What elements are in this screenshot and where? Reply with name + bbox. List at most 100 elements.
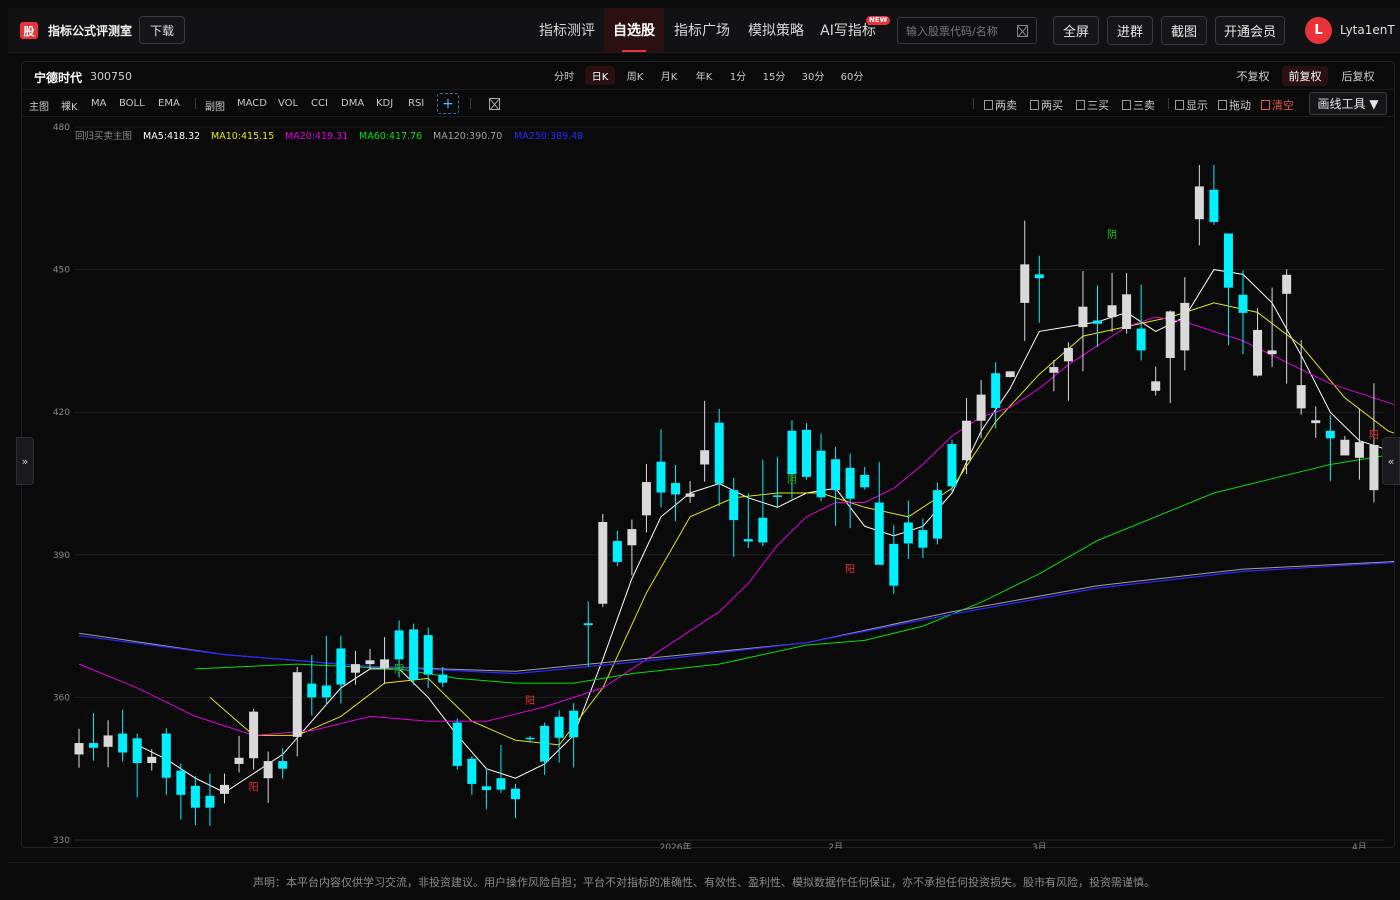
- candle[interactable]: [583, 601, 593, 667]
- candle[interactable]: [758, 459, 768, 547]
- nav-item-indicator-square[interactable]: 指标广场: [667, 8, 737, 52]
- indicator-vol[interactable]: VOL: [278, 98, 298, 109]
- indicator-macd[interactable]: MACD: [237, 98, 267, 109]
- candle[interactable]: [1107, 272, 1117, 332]
- candle[interactable]: [816, 433, 826, 502]
- candle[interactable]: [918, 518, 928, 559]
- candle[interactable]: [103, 720, 113, 768]
- search-input[interactable]: [906, 22, 1012, 40]
- candle[interactable]: [1005, 371, 1015, 378]
- candle[interactable]: [132, 733, 142, 798]
- candle[interactable]: [89, 713, 99, 761]
- avatar[interactable]: L: [1305, 17, 1332, 44]
- candle[interactable]: [1209, 165, 1219, 225]
- checkbox-icon[interactable]: [1218, 100, 1227, 110]
- option-clear[interactable]: 清空: [1261, 97, 1294, 113]
- candle[interactable]: [249, 708, 259, 770]
- period-tab-intraday[interactable]: 分时: [549, 66, 579, 85]
- search-box[interactable]: [897, 17, 1037, 44]
- candle[interactable]: [903, 500, 913, 560]
- period-tab-60min[interactable]: 60分: [835, 66, 869, 85]
- candle[interactable]: [700, 400, 710, 482]
- period-tab-monthly[interactable]: 月K: [654, 66, 684, 85]
- option-show[interactable]: 显示: [1175, 97, 1208, 113]
- candle[interactable]: [147, 749, 157, 771]
- candle[interactable]: [947, 439, 957, 493]
- adjust-none[interactable]: 不复权: [1230, 66, 1276, 86]
- indicator-kdj[interactable]: KDJ: [376, 98, 393, 109]
- indicator-boll[interactable]: BOLL: [119, 98, 145, 109]
- period-tab-1min[interactable]: 1分: [724, 66, 752, 85]
- candle[interactable]: [743, 493, 753, 549]
- indicator-cci[interactable]: CCI: [311, 98, 328, 109]
- candle[interactable]: [1340, 435, 1350, 456]
- candle[interactable]: [831, 446, 841, 526]
- candle[interactable]: [234, 735, 244, 773]
- candle[interactable]: [540, 722, 550, 775]
- checkbox-icon[interactable]: [1076, 100, 1085, 110]
- period-tab-15min[interactable]: 15分: [757, 66, 791, 85]
- nav-item-indicator-review[interactable]: 指标测评: [531, 8, 603, 52]
- candle[interactable]: [481, 768, 491, 810]
- right-expand-toggle[interactable]: «: [1382, 437, 1400, 485]
- nav-item-sim-strategy[interactable]: 模拟策略: [742, 8, 810, 52]
- candle[interactable]: [409, 623, 419, 686]
- username[interactable]: Lyta1enT: [1340, 23, 1395, 37]
- candle[interactable]: [467, 756, 477, 795]
- candle[interactable]: [336, 635, 346, 704]
- indicator-dma[interactable]: DMA: [341, 98, 364, 109]
- candle[interactable]: [641, 464, 651, 533]
- candle[interactable]: [554, 710, 564, 763]
- candle[interactable]: [874, 462, 884, 565]
- candle[interactable]: [263, 751, 273, 803]
- adjust-forward[interactable]: 前复权: [1282, 66, 1328, 86]
- candle[interactable]: [511, 783, 520, 819]
- checkbox-icon[interactable]: [1261, 100, 1270, 110]
- candle[interactable]: [321, 635, 331, 706]
- adjust-backward[interactable]: 后复权: [1335, 66, 1381, 86]
- candle[interactable]: [1194, 165, 1204, 246]
- candle[interactable]: [118, 709, 128, 762]
- period-tab-30min[interactable]: 30分: [796, 66, 830, 85]
- candle[interactable]: [1165, 310, 1175, 404]
- candle[interactable]: [1311, 406, 1321, 438]
- candle[interactable]: [772, 456, 782, 507]
- candle[interactable]: [1093, 285, 1102, 348]
- nav-item-ai-indicator[interactable]: AI写指标: [814, 8, 882, 52]
- kline-chart[interactable]: 阳阴阳阴阳阴阳阴 4804504203903603302026年2月3月4月 回…: [22, 118, 1394, 849]
- search-clear-icon[interactable]: [1017, 25, 1028, 37]
- candle[interactable]: [976, 379, 986, 439]
- candle[interactable]: [190, 776, 200, 826]
- candle[interactable]: [845, 453, 855, 529]
- candle[interactable]: [962, 397, 972, 474]
- candle[interactable]: [932, 482, 942, 545]
- period-tab-yearly[interactable]: 年K: [689, 66, 719, 85]
- candle[interactable]: [292, 666, 302, 757]
- option-drag[interactable]: 拖动: [1218, 97, 1251, 113]
- left-expand-toggle[interactable]: »: [16, 437, 34, 485]
- candle[interactable]: [802, 423, 811, 480]
- draw-tools-button[interactable]: 画线工具 ▼: [1309, 92, 1387, 115]
- candle[interactable]: [1180, 277, 1190, 371]
- indicator-rsi[interactable]: RSI: [408, 98, 424, 109]
- candle[interactable]: [1253, 308, 1263, 377]
- candle[interactable]: [787, 420, 797, 499]
- checkbox-icon[interactable]: [1122, 100, 1131, 110]
- candle[interactable]: [350, 650, 360, 685]
- period-tab-daily[interactable]: 日K: [585, 66, 615, 85]
- candle[interactable]: [496, 744, 506, 793]
- candle[interactable]: [612, 530, 622, 567]
- indicator-ma[interactable]: MA: [91, 98, 106, 109]
- candle[interactable]: [569, 703, 579, 768]
- candle[interactable]: [380, 637, 390, 685]
- candle[interactable]: [205, 773, 215, 826]
- candle[interactable]: [656, 429, 666, 508]
- candle[interactable]: [1063, 342, 1073, 401]
- candle[interactable]: [1282, 269, 1292, 384]
- candle[interactable]: [176, 763, 186, 820]
- period-tab-weekly[interactable]: 周K: [620, 66, 650, 85]
- candle[interactable]: [671, 464, 681, 522]
- download-button[interactable]: 下载: [139, 16, 185, 44]
- candle[interactable]: [74, 728, 84, 768]
- checkbox-icon[interactable]: [1175, 100, 1184, 110]
